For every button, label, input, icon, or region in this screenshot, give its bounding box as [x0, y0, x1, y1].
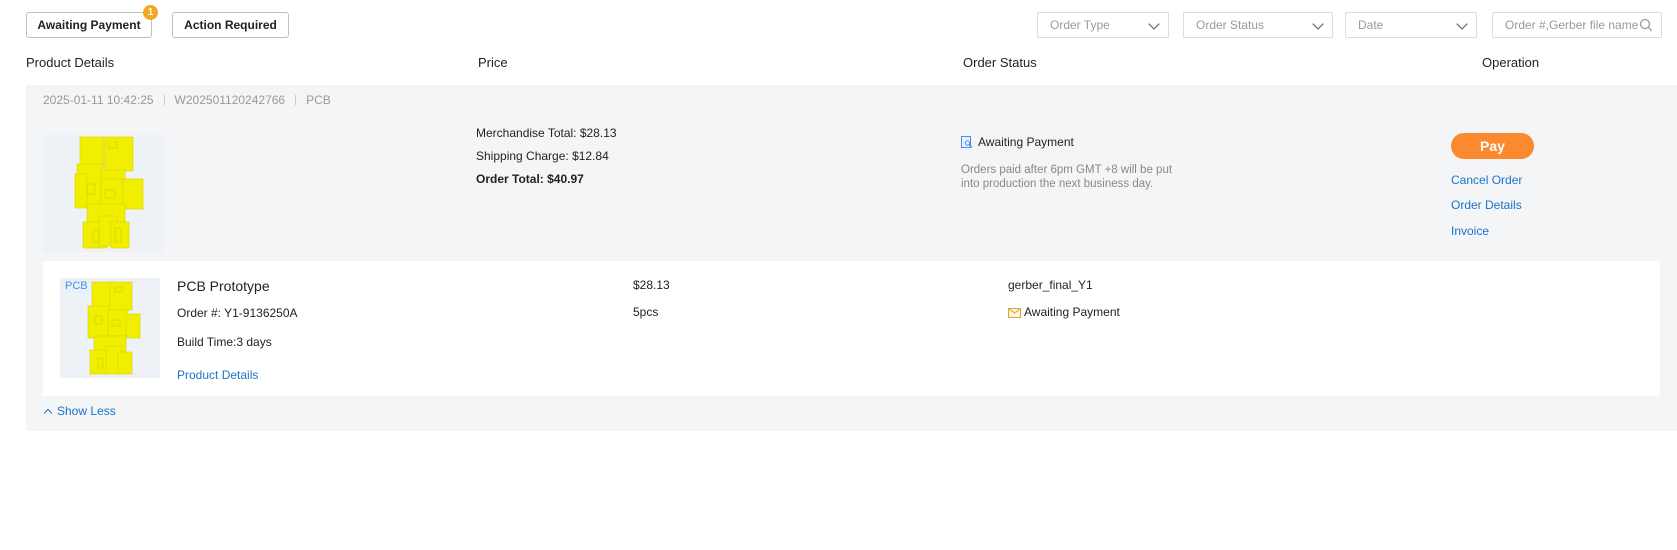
envelope-icon: [1008, 307, 1021, 318]
meta-divider: [295, 95, 297, 105]
order-search-input[interactable]: [1493, 13, 1638, 37]
item-gerber-file: gerber_final_Y1: [1008, 278, 1093, 292]
show-less-label: Show Less: [57, 404, 116, 418]
order-status-select-value: Order Status: [1196, 18, 1265, 32]
action-required-filter-button[interactable]: Action Required: [172, 12, 289, 38]
order-type-select[interactable]: Order Type: [1037, 12, 1169, 38]
column-header-price: Price: [478, 55, 508, 70]
item-pcb-thumbnail[interactable]: PCB: [60, 278, 160, 378]
item-status: Awaiting Payment: [1008, 305, 1120, 319]
item-quantity: 5pcs: [633, 305, 659, 319]
chevron-down-icon: [1312, 18, 1324, 30]
order-datetime: 2025-01-11 10:42:25: [43, 93, 154, 107]
date-select-value: Date: [1358, 18, 1384, 32]
cancel-order-link[interactable]: Cancel Order: [1451, 173, 1522, 187]
meta-divider: [163, 95, 165, 105]
item-build-time: Build Time:3 days: [177, 335, 272, 349]
order-number: W202501120242766: [174, 93, 286, 107]
order-card: 2025-01-11 10:42:25 W202501120242766 PCB: [26, 85, 1677, 431]
magnifier-icon[interactable]: [1639, 18, 1653, 32]
action-required-filter-label: Action Required: [184, 18, 277, 32]
show-less-toggle[interactable]: Show Less: [43, 404, 116, 418]
order-meta: 2025-01-11 10:42:25 W202501120242766 PCB: [43, 93, 331, 107]
merchandise-total: Merchandise Total: $28.13: [476, 126, 617, 140]
chevron-up-icon: [43, 408, 53, 417]
order-item-card: PCB PCB Prototype Order #: Y1-9136250A B…: [43, 261, 1660, 396]
order-pcb-thumbnail: [43, 134, 163, 252]
item-title: PCB Prototype: [177, 278, 270, 294]
item-price: $28.13: [633, 278, 670, 292]
column-header-product: Product Details: [26, 55, 115, 70]
order-status-label: Awaiting Payment: [978, 135, 1074, 149]
order-status-select[interactable]: Order Status: [1183, 12, 1333, 38]
awaiting-payment-filter-button[interactable]: Awaiting Payment 1: [26, 5, 158, 38]
order-type-select-value: Order Type: [1050, 18, 1110, 32]
invoice-link[interactable]: Invoice: [1451, 224, 1489, 238]
order-type: PCB: [306, 93, 331, 107]
search-document-icon: [961, 136, 973, 148]
chevron-down-icon: [1456, 18, 1468, 30]
shipping-charge: Shipping Charge: $12.84: [476, 149, 609, 163]
column-header-operation: Operation: [1482, 55, 1540, 70]
awaiting-payment-count-badge: 1: [143, 5, 158, 20]
production-note: Orders paid after 6pm GMT +8 will be put…: [961, 164, 1173, 190]
item-status-label: Awaiting Payment: [1024, 305, 1120, 319]
order-status: Awaiting Payment: [961, 135, 1074, 149]
order-total: Order Total: $40.97: [476, 172, 584, 186]
item-type-tag: PCB: [62, 280, 91, 293]
awaiting-payment-filter-label: Awaiting Payment: [37, 18, 141, 32]
order-details-link[interactable]: Order Details: [1451, 198, 1522, 212]
column-header-status: Order Status: [963, 55, 1037, 70]
pay-button[interactable]: Pay: [1451, 133, 1534, 159]
chevron-down-icon: [1148, 18, 1160, 30]
item-order-number: Order #: Y1-9136250A: [177, 306, 298, 320]
product-details-link[interactable]: Product Details: [177, 368, 258, 382]
date-select[interactable]: Date: [1345, 12, 1477, 38]
order-search-box: [1492, 12, 1662, 38]
